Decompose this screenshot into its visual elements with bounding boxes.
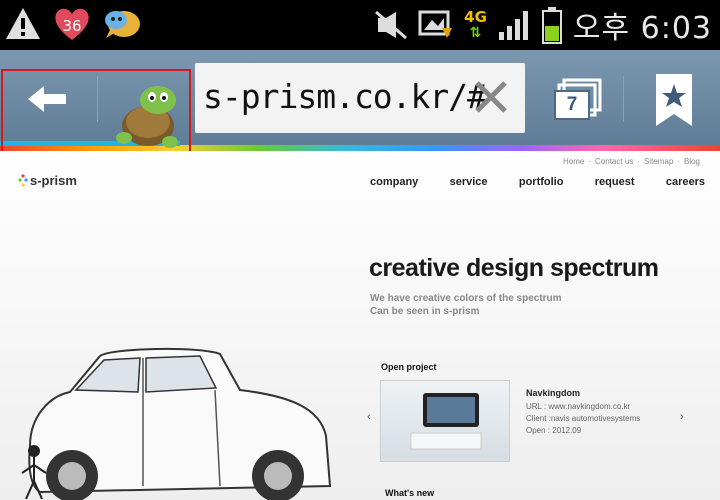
util-link-contact[interactable]: Contact us <box>595 157 633 166</box>
main-nav: company service portfolio request career… <box>370 176 705 188</box>
screen: 36 4G ⇅ 오후 6:03 s-prism.co.kr/# 7 Home ·… <box>0 0 720 500</box>
utility-links: Home · Contact us · Sitemap · Blog <box>563 157 700 166</box>
util-link-home[interactable]: Home <box>563 157 584 166</box>
clock: 오후 6:03 <box>572 11 712 46</box>
stick-figure-illustration <box>21 445 47 500</box>
project-thumbnail[interactable] <box>380 380 510 462</box>
hero-subtitle: We have creative colors of the spectrum … <box>370 292 562 318</box>
battery-icon <box>541 7 562 44</box>
carousel-next-icon[interactable]: › <box>680 411 684 423</box>
nav-careers[interactable]: careers <box>666 176 705 188</box>
turtle-sticker-icon <box>116 86 178 148</box>
carousel-prev-icon[interactable]: ‹ <box>367 411 371 423</box>
tabs-button[interactable]: 7 <box>548 78 606 126</box>
photo-sync-icon <box>418 10 453 38</box>
url-bar[interactable]: s-prism.co.kr/# <box>195 63 525 133</box>
network-4g-indicator: 4G ⇅ <box>464 9 487 41</box>
chat-app-icon <box>105 11 140 38</box>
prism-logo-icon <box>18 173 28 187</box>
toolbar-divider <box>623 76 624 122</box>
project-url: URL : www.navkingdom.co.kr <box>526 402 631 411</box>
logo-text: s-prism <box>30 173 77 188</box>
status-bar: 36 4G ⇅ 오후 6:03 <box>0 0 720 50</box>
notification-icons: 36 <box>4 4 142 44</box>
util-sep: · <box>588 157 592 166</box>
tab-count: 7 <box>554 90 590 120</box>
hero-subtitle-line2: Can be seen in s-prism <box>370 306 480 317</box>
mute-icon <box>375 10 408 40</box>
project-name[interactable]: Navkingdom <box>526 387 640 399</box>
project-open-date: Open : 2012.09 <box>526 426 582 435</box>
util-sep: · <box>677 157 680 166</box>
nav-request[interactable]: request <box>595 176 635 188</box>
nav-company[interactable]: company <box>370 176 418 188</box>
hero-title: creative design spectrum <box>369 254 659 282</box>
notification-count: 36 <box>62 17 82 35</box>
open-project-title: Open project <box>381 362 437 372</box>
webpage: Home · Contact us · Sitemap · Blog s-pri… <box>0 151 720 500</box>
hero-subtitle-line1: We have creative colors of the spectrum <box>370 293 562 304</box>
nav-service[interactable]: service <box>450 176 488 188</box>
site-logo[interactable]: s-prism <box>18 173 77 188</box>
project-info: Navkingdom URL : www.navkingdom.co.kr Cl… <box>526 387 640 437</box>
util-link-blog[interactable]: Blog <box>684 157 700 166</box>
signal-icon <box>498 11 528 40</box>
whats-new-title: What's new <box>385 488 435 498</box>
util-sep: · <box>637 157 640 166</box>
clear-url-icon[interactable] <box>471 75 511 119</box>
nav-portfolio[interactable]: portfolio <box>519 176 564 188</box>
url-text[interactable]: s-prism.co.kr/# <box>203 77 487 116</box>
warning-icon <box>6 8 40 39</box>
tablet-image <box>410 393 482 450</box>
bookmark-button[interactable] <box>652 72 696 128</box>
network-label: 4G <box>464 8 487 26</box>
system-icons: 4G ⇅ 오후 6:03 <box>374 4 712 46</box>
project-client: Client :navis automotivesystems <box>526 414 641 423</box>
heart-badge-icon: 36 <box>52 4 92 44</box>
data-arrows-icon: ⇅ <box>469 25 482 41</box>
util-link-sitemap[interactable]: Sitemap <box>644 157 673 166</box>
bookmark-star-icon <box>656 74 692 126</box>
